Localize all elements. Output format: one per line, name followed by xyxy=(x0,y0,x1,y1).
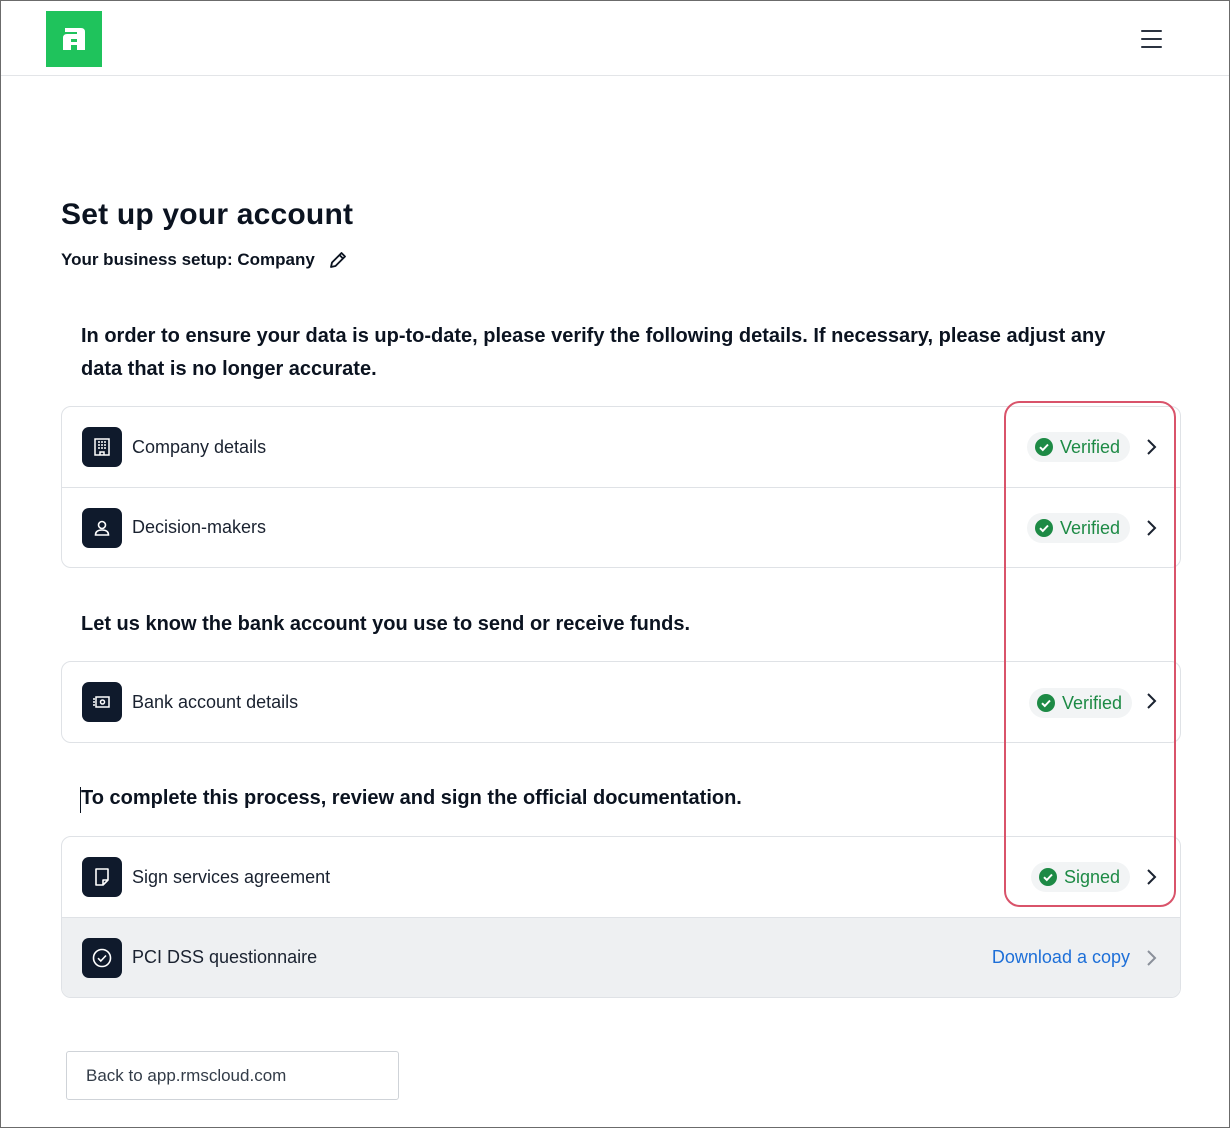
check-circle-icon xyxy=(1036,694,1055,712)
bank-intro: Let us know the bank account you use to … xyxy=(81,613,691,635)
row-label: PCI DSS questionnaire xyxy=(132,947,318,967)
business-setup-label: Your business setup: Company xyxy=(61,250,315,269)
chevron-right-icon[interactable] xyxy=(1144,437,1158,457)
status-text: Signed xyxy=(1063,866,1120,887)
row-label: Bank account details xyxy=(132,691,299,712)
verify-intro: In order to ensure your data is up-to-da… xyxy=(81,325,1106,380)
status-badge: Verified xyxy=(1026,513,1130,543)
row-label: Decision-makers xyxy=(132,517,267,537)
brand-logo-icon[interactable] xyxy=(46,11,102,67)
status-badge: Signed xyxy=(1030,862,1130,892)
check-circle-icon xyxy=(1034,438,1053,456)
row-label: Sign services agreement xyxy=(132,866,331,887)
check-circle-icon xyxy=(82,937,122,978)
page-title: Set up your account xyxy=(61,198,354,231)
status-text: Verified xyxy=(1061,692,1122,713)
pencil-edit-icon[interactable] xyxy=(327,249,349,271)
hamburger-menu-icon[interactable] xyxy=(1137,27,1165,51)
documents-card: Sign services agreement Signed PCI DSS q… xyxy=(61,836,1181,998)
chevron-right-icon[interactable] xyxy=(1144,948,1158,968)
row-decision-makers[interactable]: Decision-makers Verified xyxy=(62,487,1180,567)
chevron-right-icon[interactable] xyxy=(1144,518,1158,538)
status-badge: Verified xyxy=(1028,688,1132,718)
row-sign-services-agreement[interactable]: Sign services agreement Signed xyxy=(62,837,1180,917)
bank-card: Bank account details Verified xyxy=(61,661,1181,743)
banknote-icon xyxy=(82,682,122,722)
check-circle-icon xyxy=(1038,868,1057,886)
row-company-details[interactable]: Company details Verified xyxy=(62,407,1180,487)
download-copy-link[interactable]: Download a copy xyxy=(992,947,1130,968)
document-sign-icon xyxy=(82,857,122,897)
row-pci-dss-questionnaire[interactable]: PCI DSS questionnaire Download a copy xyxy=(62,917,1180,997)
business-setup: Your business setup: Company xyxy=(61,249,349,271)
check-circle-icon xyxy=(1034,519,1053,537)
verification-card: Company details Verified Decision-makers… xyxy=(61,406,1181,568)
top-bar xyxy=(1,1,1229,76)
person-icon xyxy=(82,507,122,548)
chevron-right-icon[interactable] xyxy=(1144,691,1158,711)
row-bank-account-details[interactable]: Bank account details Verified xyxy=(62,662,1180,742)
row-label: Company details xyxy=(132,436,267,457)
docs-intro: To complete this process, review and sig… xyxy=(81,787,742,809)
status-text: Verified xyxy=(1059,517,1120,538)
chevron-right-icon[interactable] xyxy=(1144,867,1158,887)
building-icon xyxy=(82,427,122,467)
back-to-app-button[interactable]: Back to app.rmscloud.com xyxy=(66,1051,399,1100)
status-text: Verified xyxy=(1059,436,1120,457)
status-badge: Verified xyxy=(1026,432,1130,462)
